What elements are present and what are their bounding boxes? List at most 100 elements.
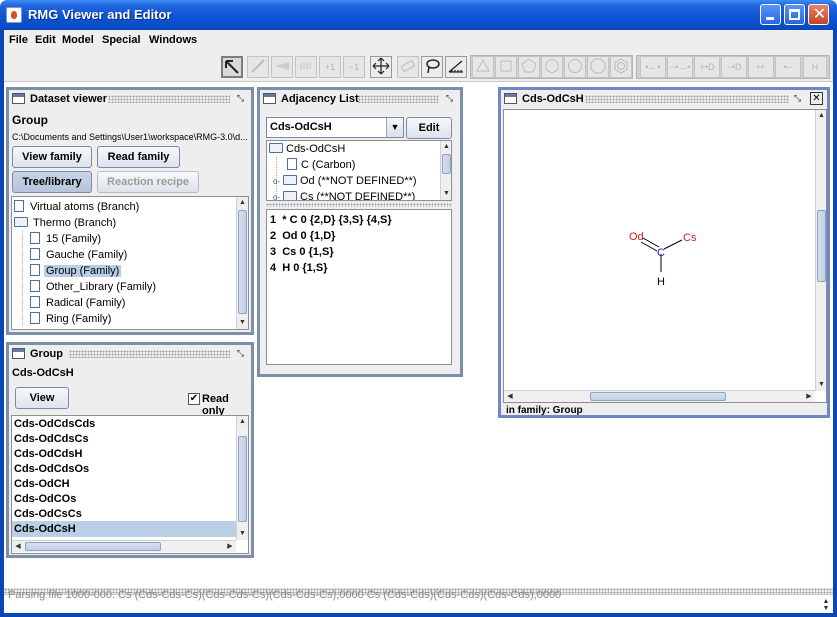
list-item[interactable]: Cds-OdCdsCds [12,416,236,432]
scroll-thumb[interactable] [817,210,826,282]
scroll-thumb[interactable] [238,210,247,314]
adjacency-titlebar[interactable]: Adjacency List ⤡ [260,90,460,108]
benzene-ring-button[interactable] [610,56,632,78]
list-item[interactable]: Cds-OdCdsH [12,446,236,462]
tree-item[interactable]: o- Cs (**NOT DEFINED**) [273,189,415,200]
triangle-ring-button[interactable] [472,56,494,78]
group-list[interactable]: Cds-OdCdsCds Cds-OdCdsCs Cds-OdCdsH Cds-… [11,415,249,554]
restore-icon[interactable]: ⤡ [234,347,247,360]
molecule-hscrollbar[interactable]: ◀ ▶ [504,390,815,402]
group-list-vscrollbar[interactable]: ▲ ▼ [236,416,248,540]
scroll-down-icon[interactable]: ▼ [237,528,248,540]
expand-key-icon[interactable]: o- [273,190,281,200]
chevron-down-icon[interactable]: ▼ [386,118,403,137]
scroll-down-icon[interactable]: ▼ [237,317,248,329]
scroll-left-icon[interactable]: ◀ [504,391,516,402]
list-item[interactable]: Cds-OdCsCs [12,506,236,522]
tree-item[interactable]: Radical (Family) [30,295,127,311]
scroll-up-icon[interactable]: ▲ [816,110,826,122]
menu-model[interactable]: Model [62,34,94,46]
menu-file[interactable]: File [9,34,28,46]
add-radical-button[interactable]: •+ [748,56,774,78]
scroll-thumb[interactable] [590,392,726,401]
scroll-thumb[interactable] [25,542,161,551]
octagon-ring-button[interactable] [587,56,609,78]
restore-icon[interactable]: ⤡ [791,92,804,105]
lasso-tool-button[interactable] [421,56,443,78]
scroll-right-icon[interactable]: ▶ [803,391,815,402]
window-titlebar[interactable]: RMG Viewer and Editor ✕ [0,0,837,30]
close-button[interactable]: ✕ [808,4,829,25]
view-family-button[interactable]: View family [12,146,92,168]
scroll-thumb[interactable] [442,154,451,174]
scroll-down-icon[interactable]: ▼ [441,188,451,200]
single-bond-tool-button[interactable] [247,56,269,78]
split-divider[interactable] [266,203,452,207]
edit-button[interactable]: Edit [406,117,452,139]
hash-bond-tool-button[interactable] [295,56,317,78]
ruler-tool-button[interactable] [445,56,467,78]
group-titlebar[interactable]: Group ⤡ [9,345,251,363]
read-family-button[interactable]: Read family [97,146,180,168]
scroll-left-icon[interactable]: ◀ [12,541,24,552]
scroll-thumb[interactable] [238,436,247,522]
move-tool-button[interactable] [370,56,392,78]
molecule-canvas[interactable]: Od Cs C H ▲ ▼ ◀ ▶ [503,109,827,403]
add-d-button[interactable]: +•D [694,56,720,78]
scroll-right-icon[interactable]: ▶ [224,541,236,552]
pentagon-ring-button[interactable] [518,56,540,78]
tree-item[interactable]: Cds-OdCsH [269,141,345,157]
tree-item[interactable]: C (Carbon) [287,157,355,173]
reaction-recipe-button[interactable]: Reaction recipe [97,171,199,193]
remove-radical-button[interactable]: •− [775,56,801,78]
tree-item[interactable]: Virtual atoms (Branch) [14,199,141,215]
wedge-bond-tool-button[interactable] [271,56,293,78]
heptagon-ring-button[interactable] [564,56,586,78]
hexagon-ring-button[interactable] [541,56,563,78]
list-item-selected[interactable]: Cds-OdCsH [12,521,236,537]
dataset-tree-scrollbar[interactable]: ▲ ▼ [236,197,248,329]
menu-special[interactable]: Special [102,34,141,46]
tree-library-button[interactable]: Tree/library [12,171,92,193]
menu-windows[interactable]: Windows [149,34,197,46]
select-tool-button[interactable] [221,56,243,78]
dataset-tree[interactable]: Virtual atoms (Branch) Thermo (Branch) 1… [11,196,249,330]
adjacency-text-area[interactable]: 1 * C 0 {2,D} {3,S} {4,S} 2 Od 0 {1,D} 3… [266,209,452,365]
scroll-down-icon[interactable]: ▼ [816,379,826,391]
group-combo-box[interactable]: Cds-OdCsH ▼ [266,117,404,138]
decrease-charge-button[interactable]: −1 [343,56,365,78]
molecule-vscrollbar[interactable]: ▲ ▼ [815,110,826,391]
list-item[interactable]: Cds-OdCH [12,476,236,492]
eraser-tool-button[interactable] [397,56,419,78]
tree-item[interactable]: o- Od (**NOT DEFINED**) [273,173,417,189]
hydrogen-button[interactable]: H [803,56,827,78]
maximize-button[interactable] [784,4,805,25]
remove-d-button[interactable]: −•D [721,56,747,78]
expand-key-icon[interactable]: o- [273,174,281,190]
radical-pair-button[interactable]: •←• [640,56,666,78]
radical-bond-button[interactable]: −•→• [667,56,693,78]
read-only-checkbox[interactable]: ✔ [188,393,200,405]
increase-charge-button[interactable]: +1 [319,56,341,78]
dataset-viewer-titlebar[interactable]: Dataset viewer ⤡ [9,90,251,108]
square-ring-button[interactable] [495,56,517,78]
molecule-titlebar[interactable]: Cds-OdCsH ⤡ ✕ [501,90,827,108]
scroll-up-icon[interactable]: ▲ [237,197,248,209]
adjacency-tree-scrollbar[interactable]: ▲ ▼ [440,141,451,200]
tree-item[interactable]: 15 (Family) [30,231,103,247]
list-item[interactable]: Cds-OdCdsOs [12,461,236,477]
view-button[interactable]: View [15,387,69,409]
menu-edit[interactable]: Edit [35,34,56,46]
tree-item[interactable]: Ring (Family) [30,311,113,327]
tree-item[interactable]: Thermo (Branch) [14,215,118,231]
close-icon[interactable]: ✕ [810,92,823,105]
group-list-hscrollbar[interactable]: ◀ ▶ [12,540,236,552]
tree-item[interactable]: Other_Library (Family) [30,279,158,295]
restore-icon[interactable]: ⤡ [234,92,247,105]
adjacency-tree[interactable]: Cds-OdCsH C (Carbon) o- Od (**NOT DEFINED… [266,140,452,201]
restore-icon[interactable]: ⤡ [443,92,456,105]
tree-item[interactable]: Gauche (Family) [30,247,129,263]
list-item[interactable]: Cds-OdCOs [12,491,236,507]
scroll-up-icon[interactable]: ▲ [237,416,248,428]
scroll-up-icon[interactable]: ▲ [441,141,451,153]
